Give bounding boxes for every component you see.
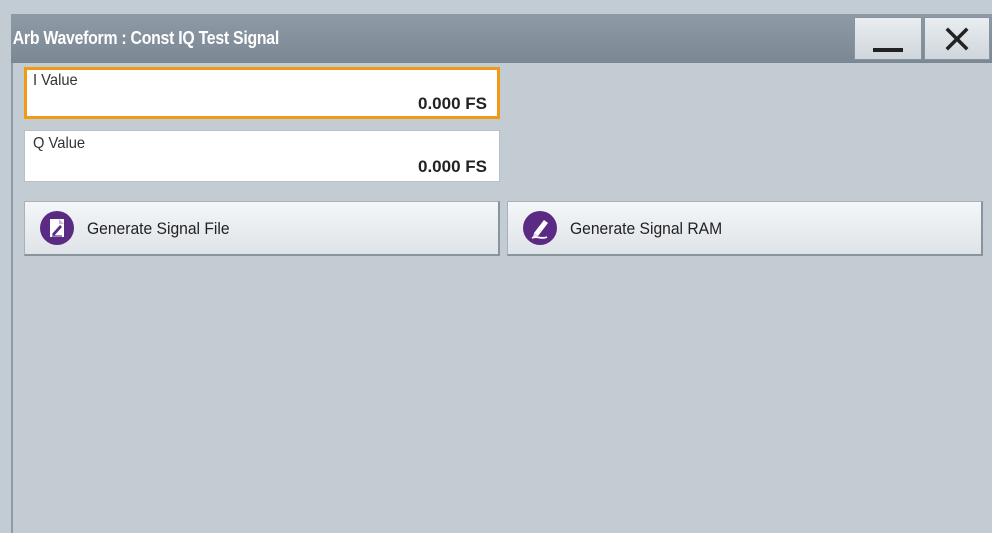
dialog-window: Arb Waveform : Const IQ Test Signal I Va… xyxy=(0,0,992,533)
file-edit-icon xyxy=(40,211,74,245)
generate-signal-file-button[interactable]: Generate Signal File xyxy=(24,201,500,256)
window-title: Arb Waveform : Const IQ Test Signal xyxy=(12,28,280,48)
i-value-label: I Value xyxy=(33,72,78,89)
q-value-field[interactable]: Q Value 0.000 FS xyxy=(24,130,500,182)
title-bar: Arb Waveform : Const IQ Test Signal xyxy=(11,14,992,63)
window-left-border xyxy=(11,63,13,533)
i-value-field[interactable]: I Value 0.000 FS xyxy=(24,67,500,119)
generate-signal-file-label: Generate Signal File xyxy=(87,219,230,238)
minimize-icon xyxy=(873,47,903,52)
i-value-input[interactable]: 0.000 FS xyxy=(418,94,487,114)
close-button[interactable] xyxy=(924,17,990,60)
q-value-input[interactable]: 0.000 FS xyxy=(418,157,487,177)
close-icon xyxy=(945,27,969,50)
generate-signal-ram-button[interactable]: Generate Signal RAM xyxy=(507,201,983,256)
minimize-button[interactable] xyxy=(854,17,922,60)
generate-signal-ram-label: Generate Signal RAM xyxy=(570,219,723,238)
q-value-label: Q Value xyxy=(33,135,86,152)
pen-icon xyxy=(523,211,557,245)
